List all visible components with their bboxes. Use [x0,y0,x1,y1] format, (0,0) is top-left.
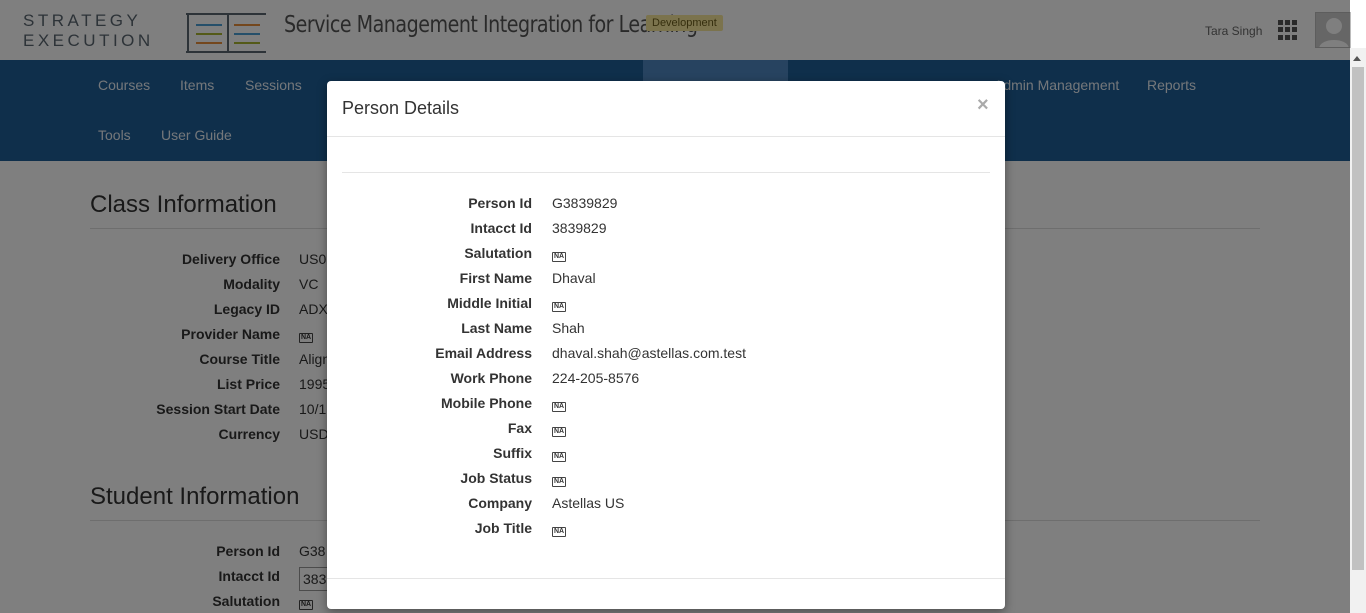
mobile-phone-label: Mobile Phone [441,395,532,411]
salutation-label: Salutation [464,245,532,261]
modal-footer-divider [327,578,1005,579]
modal-divider [342,172,990,173]
suffix-value: NA [552,445,567,462]
company-value: Astellas US [552,495,625,511]
first-name-value: Dhaval [552,270,596,286]
na-badge: NA [552,402,567,412]
last-name-value: Shah [552,320,585,336]
intacct-id-label: Intacct Id [470,220,532,236]
email-address-label: Email Address [435,345,532,361]
intacct-id-value: 3839829 [552,220,607,236]
salutation-value: NA [552,245,567,262]
middle-initial-label: Middle Initial [447,295,532,311]
na-badge: NA [552,452,567,462]
person-id-value: G3839829 [552,195,618,211]
work-phone-label: Work Phone [450,370,532,386]
job-status-value: NA [552,470,567,487]
middle-initial-value: NA [552,295,567,312]
suffix-label: Suffix [493,445,532,461]
first-name-label: First Name [459,270,532,286]
scrollbar-thumb[interactable] [1352,67,1364,570]
modal-title: Person Details [342,98,460,118]
scroll-up-arrow-icon[interactable] [1353,56,1361,61]
close-icon[interactable]: × [977,94,989,117]
last-name-label: Last Name [461,320,532,336]
mobile-phone-value: NA [552,395,567,412]
company-label: Company [468,495,532,511]
na-badge: NA [552,527,567,537]
fax-value: NA [552,420,567,437]
fax-label: Fax [507,420,532,436]
job-status-label: Job Status [460,470,532,486]
modal-header: Person Details × [327,81,1005,137]
person-id-label: Person Id [468,195,532,211]
email-address-value: dhaval.shah@astellas.com.test [552,345,746,361]
na-badge: NA [552,302,567,312]
job-title-label: Job Title [474,520,532,536]
na-badge: NA [552,252,567,262]
work-phone-value: 224-205-8576 [552,370,640,386]
na-badge: NA [552,427,567,437]
job-title-value: NA [552,520,567,537]
na-badge: NA [552,477,567,487]
person-details-modal: Person Details × Person Id G3839829 Inta… [327,81,1005,609]
